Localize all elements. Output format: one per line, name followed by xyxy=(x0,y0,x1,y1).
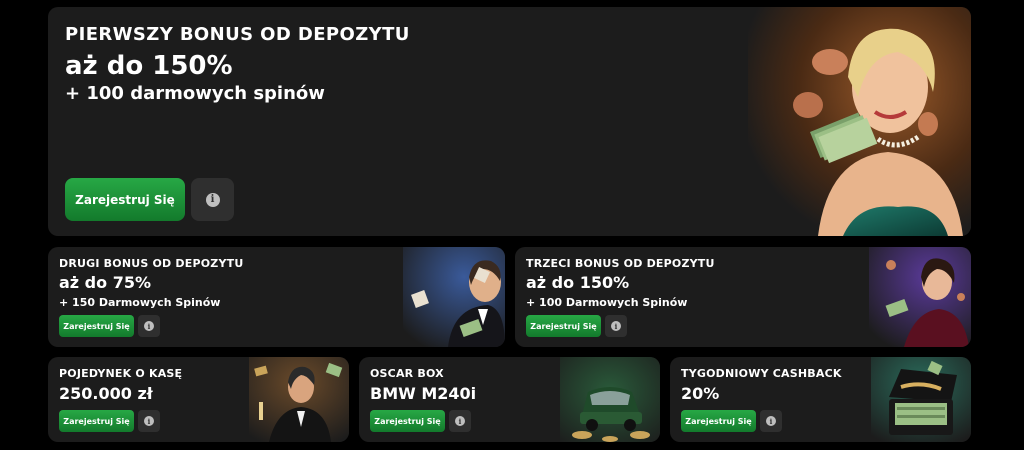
register-button[interactable]: Zarejestruj Się xyxy=(526,315,601,337)
bonus-title: DRUGI BONUS OD DEPOZYTU xyxy=(59,257,244,270)
cash-suitcase-illustration xyxy=(871,357,971,442)
cash-duel-card: POJEDYNEK O KASĘ 250.000 zł Zarejestruj … xyxy=(48,357,349,442)
man-with-champagne-illustration xyxy=(249,357,349,442)
info-button[interactable]: i xyxy=(760,410,782,432)
promo-amount: 20% xyxy=(681,384,720,403)
register-button[interactable]: Zarejestruj Się xyxy=(370,410,445,432)
register-button[interactable]: Zarejestruj Się xyxy=(59,410,134,432)
bonus-amount: aż do 75% xyxy=(59,273,151,292)
promo-amount: 250.000 zł xyxy=(59,384,153,403)
bonus-free-spins: + 150 Darmowych Spinów xyxy=(59,296,221,309)
info-button[interactable]: i xyxy=(191,178,234,221)
info-button[interactable]: i xyxy=(138,410,160,432)
promo-title: TYGODNIOWY CASHBACK xyxy=(681,367,842,380)
second-deposit-bonus-card: DRUGI BONUS OD DEPOZYTU aż do 75% + 150 … xyxy=(48,247,505,347)
info-button[interactable]: i xyxy=(138,315,160,337)
register-button[interactable]: Zarejestruj Się xyxy=(681,410,756,432)
register-button[interactable]: Zarejestruj Się xyxy=(59,315,134,337)
third-deposit-bonus-card: TRZECI BONUS OD DEPOZYTU aż do 150% + 10… xyxy=(515,247,971,347)
promo-prize: BMW M240i xyxy=(370,384,477,403)
bonus-title: PIERWSZY BONUS OD DEPOZYTU xyxy=(65,24,410,45)
weekly-cashback-card: TYGODNIOWY CASHBACK 20% Zarejestruj Się … xyxy=(670,357,971,442)
info-button[interactable]: i xyxy=(449,410,471,432)
green-car-illustration xyxy=(560,357,660,442)
info-icon: i xyxy=(766,416,776,426)
info-icon: i xyxy=(455,416,465,426)
bonus-amount: aż do 150% xyxy=(526,273,630,292)
register-button[interactable]: Zarejestruj Się xyxy=(65,178,185,221)
promo-title: OSCAR BOX xyxy=(370,367,444,380)
bonus-amount: aż do 150% xyxy=(65,51,233,81)
info-button[interactable]: i xyxy=(605,315,627,337)
bonus-free-spins: + 100 darmowych spinów xyxy=(65,83,325,104)
woman-with-cash-illustration xyxy=(869,247,971,347)
info-icon: i xyxy=(144,416,154,426)
info-icon: i xyxy=(611,321,621,331)
info-icon: i xyxy=(144,321,154,331)
man-in-tuxedo-illustration xyxy=(403,247,505,347)
promo-title: POJEDYNEK O KASĘ xyxy=(59,367,183,380)
info-icon: i xyxy=(205,192,220,207)
bonus-title: TRZECI BONUS OD DEPOZYTU xyxy=(526,257,715,270)
oscar-box-card: OSCAR BOX BMW M240i Zarejestruj Się i xyxy=(359,357,660,442)
bonus-free-spins: + 100 Darmowych Spinów xyxy=(526,296,688,309)
woman-with-cash-illustration xyxy=(748,7,971,236)
first-deposit-bonus-card: PIERWSZY BONUS OD DEPOZYTU aż do 150% + … xyxy=(48,7,971,236)
